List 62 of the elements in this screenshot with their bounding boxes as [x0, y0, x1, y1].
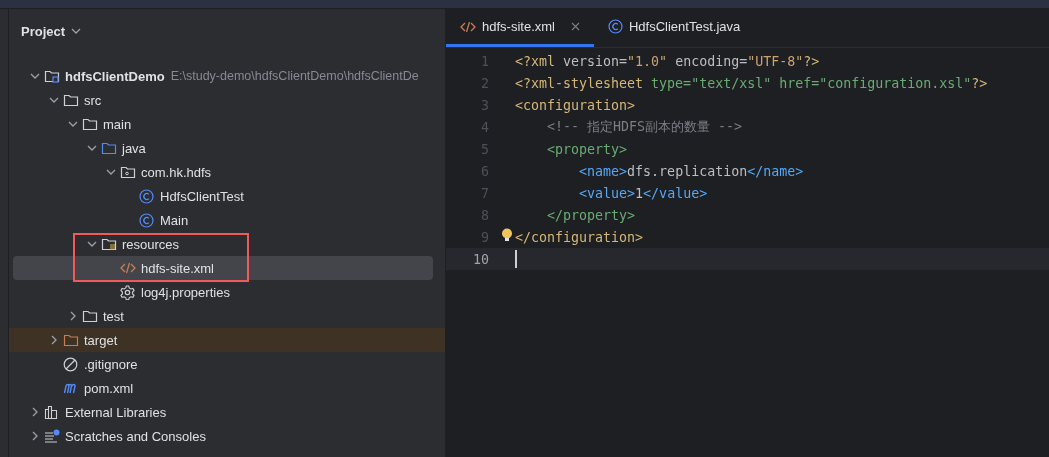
class-icon — [607, 19, 623, 34]
tree-item[interactable]: src — [13, 88, 433, 112]
tree-item[interactable]: pom.xml — [13, 376, 433, 400]
tree-item[interactable]: main — [13, 112, 433, 136]
chevron-down-icon[interactable] — [86, 241, 97, 247]
line-number: 10 — [472, 251, 489, 267]
maven-icon — [63, 382, 79, 394]
class-icon — [139, 188, 154, 204]
chevron-right-icon[interactable] — [31, 407, 38, 417]
chevron-right-icon[interactable] — [69, 311, 76, 321]
class-icon — [139, 212, 154, 228]
code-line: <value>1</value> — [579, 185, 708, 201]
code-line: <!-- 指定HDFS副本的数量 --> — [547, 118, 743, 136]
lightbulb-icon[interactable] — [501, 228, 513, 242]
library-icon — [44, 405, 59, 419]
folder-icon — [82, 309, 98, 323]
folder-icon — [82, 117, 98, 131]
prohibited-icon — [63, 356, 78, 372]
editor-tab[interactable]: hdfs-site.xml — [446, 9, 594, 47]
tree-item[interactable]: log4j.properties — [13, 280, 433, 304]
folder-icon — [101, 237, 117, 251]
chevron-down-icon[interactable] — [29, 73, 40, 79]
code-line: <name>dfs.replication</name> — [579, 163, 804, 179]
scratches-icon — [44, 429, 60, 443]
chevron-right-icon[interactable] — [31, 431, 38, 441]
folder-icon — [63, 333, 79, 347]
tree-item[interactable]: External Libraries — [13, 400, 433, 424]
chevron-down-icon[interactable] — [67, 121, 78, 127]
code-line: </configuration> — [515, 229, 644, 245]
editor-tab[interactable]: HdfsClientTest.java — [593, 9, 755, 47]
code-line: <?xml version="1.0" encoding="UTF-8"?> — [515, 53, 820, 69]
chevron-down-icon[interactable] — [105, 169, 116, 175]
tree-item[interactable]: com.hk.hdfs — [13, 160, 433, 184]
tree-item[interactable]: hdfs-site.xml — [13, 256, 433, 280]
text-cursor — [515, 250, 517, 268]
tree-item[interactable]: Scratches and Consoles — [13, 424, 433, 448]
gear-icon — [120, 284, 135, 300]
tree-item[interactable]: java — [13, 136, 433, 160]
path-hint: E:\study-demo\hdfsClientDemo\hdfsClientDe — [170, 69, 419, 83]
tree-item[interactable]: HdfsClientTest — [13, 184, 433, 208]
code-line: <property> — [547, 141, 628, 157]
tree-item[interactable]: .gitignore — [13, 352, 433, 376]
package-icon — [120, 165, 136, 179]
code-line: </property> — [547, 207, 636, 223]
tree-item[interactable]: resources — [13, 232, 433, 256]
chevron-down-icon[interactable] — [86, 145, 97, 151]
code-line: <configuration> — [515, 97, 636, 113]
tree-item[interactable]: test — [13, 304, 433, 328]
code-icon — [460, 20, 476, 33]
folder-icon — [63, 93, 79, 107]
code-icon — [120, 262, 136, 274]
chevron-down-icon[interactable] — [48, 97, 59, 103]
tree-item[interactable]: Main — [13, 208, 433, 232]
panel-title[interactable]: Project — [21, 23, 66, 39]
code-line: <?xml-stylesheet type="text/xsl" href="configuration.xsl"?> — [515, 75, 988, 91]
close-icon[interactable] — [570, 22, 580, 31]
chevron-down-icon[interactable] — [71, 28, 82, 34]
folder-icon — [44, 69, 60, 83]
tree-item[interactable]: hdfsClientDemo E:\study-demo\hdfsClientDemo\hdfsClientDe — [13, 64, 433, 88]
tree-item[interactable]: target — [13, 328, 433, 352]
folder-icon — [101, 141, 117, 155]
chevron-right-icon[interactable] — [50, 335, 57, 345]
